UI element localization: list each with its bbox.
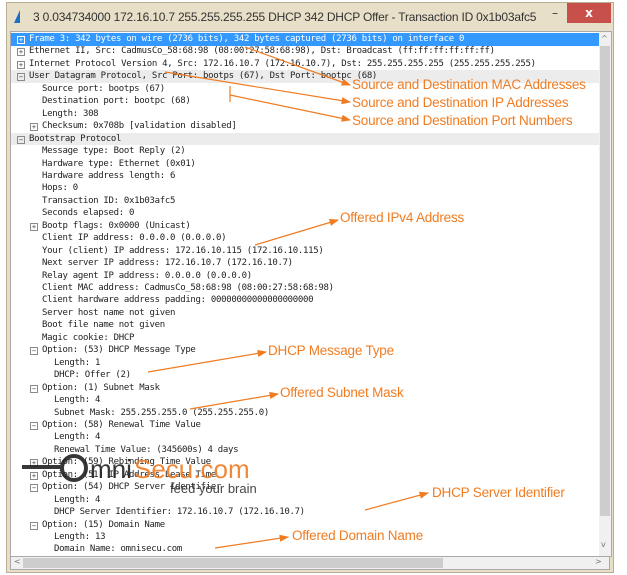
svg-text:mni: mni <box>90 454 132 484</box>
arrow-subnet <box>189 391 280 410</box>
arrow-msgtype <box>147 349 268 373</box>
annotation-serverid: DHCP Server Identifier <box>432 485 565 500</box>
omnisecu-watermark-logo: mni Secu.com feed your brain <box>22 454 257 496</box>
annotation-subnet: Offered Subnet Mask <box>280 385 404 400</box>
annotation-ip: Source and Destination IP Addresses <box>352 95 569 110</box>
annotation-mac: Source and Destination MAC Addresses <box>352 77 586 92</box>
annotation-port: Source and Destination Port Numbers <box>352 113 573 128</box>
svg-text:feed your brain: feed your brain <box>170 481 257 496</box>
svg-text:Secu.com: Secu.com <box>134 454 250 484</box>
arrow-ipv4 <box>254 218 340 246</box>
annotation-domain: Offered Domain Name <box>292 528 424 543</box>
annotation-msgtype: DHCP Message Type <box>268 343 394 358</box>
annotation-ipv4: Offered IPv4 Address <box>340 210 465 225</box>
arrow-mac <box>244 46 352 86</box>
arrow-ip <box>164 71 352 105</box>
arrow-domain <box>214 534 290 549</box>
arrow-serverid <box>364 491 430 511</box>
